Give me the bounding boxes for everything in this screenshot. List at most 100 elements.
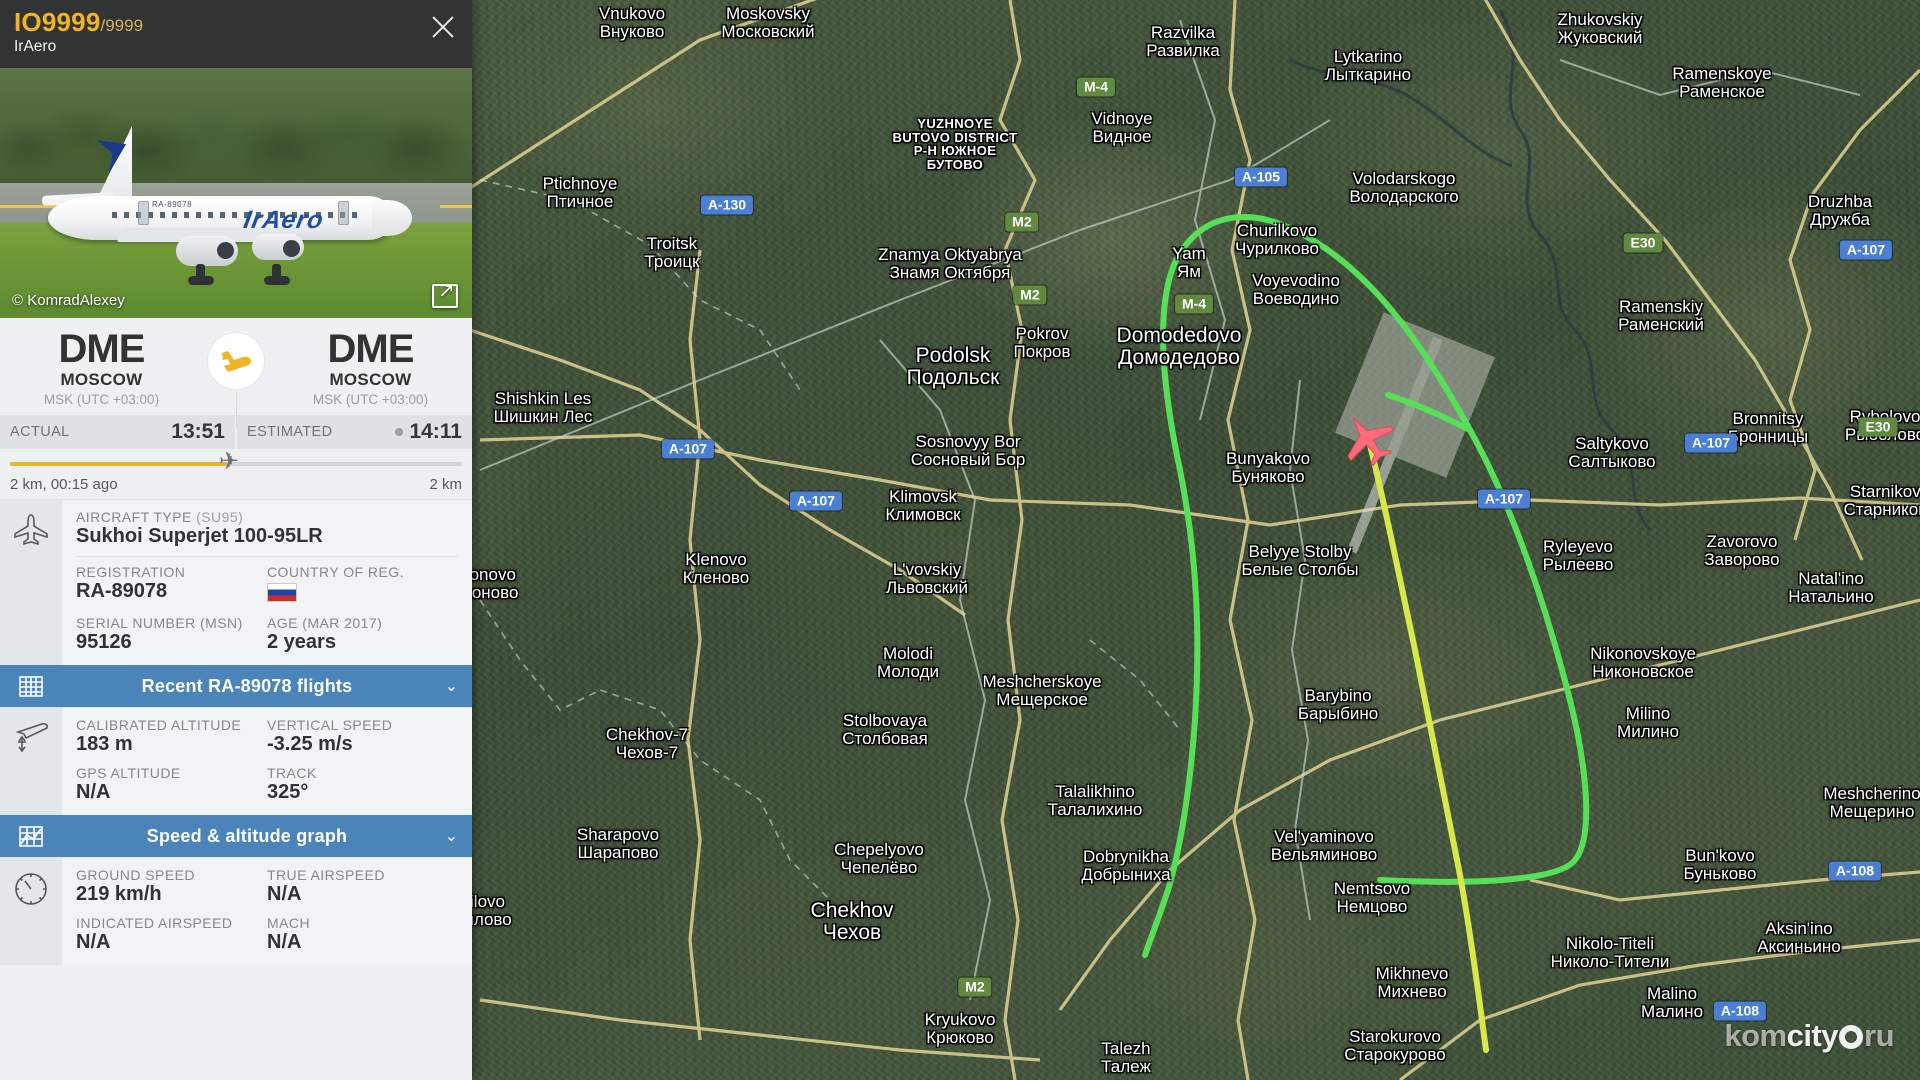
mach-cell: MACH N/A [267,915,458,954]
map-label-ru: Малино [1640,1001,1704,1021]
map-label-ru: Чепелёво [840,857,918,877]
map-label-en: Starokurovo [1349,1027,1441,1046]
map-label-en: Talalikhino [1055,782,1135,801]
map-label-ru: Милино [1617,721,1679,741]
map-label-en: Molodi [882,644,934,663]
country-cell: COUNTRY OF REG. [267,564,458,607]
chevron-down-icon[interactable]: ⌄ [432,826,458,846]
map-label-en: Shishkin Les [494,389,592,408]
map-label-ru: Белые Столбы [1241,559,1359,579]
expand-icon[interactable] [432,281,458,308]
map-district-label: YUZHNOYE BUTOVO DISTRICT Р-Н ЮЖНОЕ БУТОВО [893,117,1018,172]
track-value: 325° [267,781,309,803]
origin-city: MOSCOW [60,370,143,389]
map-label-ru: Львовский [885,577,969,597]
msn-label: SERIAL NUMBER (MSN) [76,615,243,631]
origin-timezone: MSK (UTC +03:00) [43,392,160,407]
map-label-en: Rybolovo [1849,407,1920,426]
road-shield: E30 [1858,417,1898,437]
map-label-ru: Рыболово [1844,424,1920,444]
map-label-ru: Домодедово [1118,346,1240,370]
map-label: Pokrov Покров [1013,325,1070,361]
map-label-en: Ramenskoye [1672,64,1772,83]
photo-plane-door-1 [138,201,149,225]
map-label-ru: Климовск [885,504,961,524]
route-origin: DME MOSCOW MSK (UTC +03:00) [0,329,203,407]
map-label: Meshcherskoye Мещерское [982,673,1101,709]
msn-row: SERIAL NUMBER (MSN) 95126 AGE (MAR 2017)… [76,615,458,654]
age-cell: AGE (MAR 2017) 2 years [267,615,458,654]
map-label: Ramenskiy Раменский [1618,298,1704,334]
true-airspeed-cell: TRUE AIRSPEED N/A [267,867,458,906]
map-label: Podolsk Подольск [907,344,1000,389]
map-label: Nemtsovo Немцово [1334,880,1411,916]
map-label-ru: Развилка [1146,40,1220,60]
map-label: Bun'kovo Буньково [1684,847,1757,883]
map-label-ru: Сосновый Бор [910,449,1026,469]
map-label-ru: Внуково [599,21,665,41]
map-label: Vel'yaminovo Вельяминово [1271,828,1378,864]
map-label-en: Podolsk [915,344,991,367]
map-label-en: Natal'ino [1798,569,1864,588]
map-label-en: Churilkovo [1236,221,1318,240]
map-label-ru: Шарапово [577,842,659,862]
chevron-down-icon[interactable]: ⌄ [432,676,458,696]
altitude-row-1: CALIBRATED ALTITUDE 183 m VERTICAL SPEED… [76,717,458,756]
map-label-en: Stolbovaya [842,711,928,730]
map-label-en: Ramenskiy [1618,297,1704,316]
map-label: Moskovsky Московский [721,5,814,41]
flight-progress: ✈ 2 km, 00:15 ago 2 km [0,449,472,499]
gps-altitude-label: GPS ALTITUDE [76,765,181,781]
map-label-en: Sosnovyy Bor [915,432,1021,451]
close-icon[interactable] [426,10,460,44]
recent-flights-bar[interactable]: Recent RA-89078 flights ⌄ [0,665,472,707]
photo-plane-door-2 [338,201,349,225]
map-label-ru: Рылеево [1542,554,1614,574]
takeoff-plane-icon [208,333,264,389]
registration-label: REGISTRATION [76,564,186,580]
map-label-en: Klimovsk [888,487,957,506]
map-label-en: Bun'kovo [1685,846,1755,865]
calibrated-altitude-cell: CALIBRATED ALTITUDE 183 m [76,717,267,756]
map-label-ru: Молоди [876,661,940,681]
speed-row-2: INDICATED AIRSPEED N/A MACH N/A [76,915,458,954]
photo-plane-engine-1 [176,236,238,266]
map-label-ru: Немцово [1336,896,1408,916]
country-label: COUNTRY OF REG. [267,564,404,580]
mach-label: MACH [267,915,311,931]
aircraft-photo[interactable]: RA-89078 IrAero © KomradAlexey [0,68,472,318]
map-label: Razvilka Развилка [1146,24,1220,60]
map-label: Vnukovo Внуково [599,5,665,41]
true-airspeed-value: N/A [267,883,302,905]
graph-icon [0,824,62,848]
registration-value: RA-89078 [76,580,168,602]
map-district-label-line: Р-Н ЮЖНОЕ [913,143,997,159]
map-label: Talalikhino Талалихино [1048,783,1143,819]
map-label: Sharapovo Шарапово [577,826,659,862]
flight-number: IO9999/9999 [14,8,458,37]
map-label-ru: Ям [1177,261,1201,281]
map-label: Natal'ino Натальино [1788,570,1874,606]
map-label: Druzhba Дружба [1808,193,1872,229]
mach-value: N/A [267,931,302,953]
map-label-en: Kryukovo [924,1010,996,1029]
map-label-en: Barybino [1304,686,1372,705]
map-label: Mikhnevo Михнево [1376,965,1449,1001]
airplane-icon [0,500,62,665]
map-label-en: Zhukovskiy [1557,10,1643,29]
map-label-en: Saltykovo [1575,434,1649,453]
map-district-label-line: BUTOVO DISTRICT [892,129,1018,145]
calibrated-altitude-label: CALIBRATED ALTITUDE [76,717,242,733]
map-label: Bronnitsy Бронницы [1728,410,1808,446]
map-label: Klimovsk Климовск [885,488,960,524]
road-shield: A-108 [1828,861,1882,881]
speed-altitude-graph-bar[interactable]: Speed & altitude graph ⌄ [0,815,472,857]
progress-fill [10,462,227,466]
watermark-ring-icon [1839,1025,1863,1049]
photo-plane-engine-2 [252,234,304,260]
map-label: Starokurovo Старокурово [1344,1028,1445,1064]
map-label: Dobrynikha Добрыниха [1081,848,1170,884]
aircraft-marker-icon[interactable] [1337,408,1397,468]
map-label-ru: Птичное [546,191,614,211]
age-value: 2 years [267,631,336,653]
